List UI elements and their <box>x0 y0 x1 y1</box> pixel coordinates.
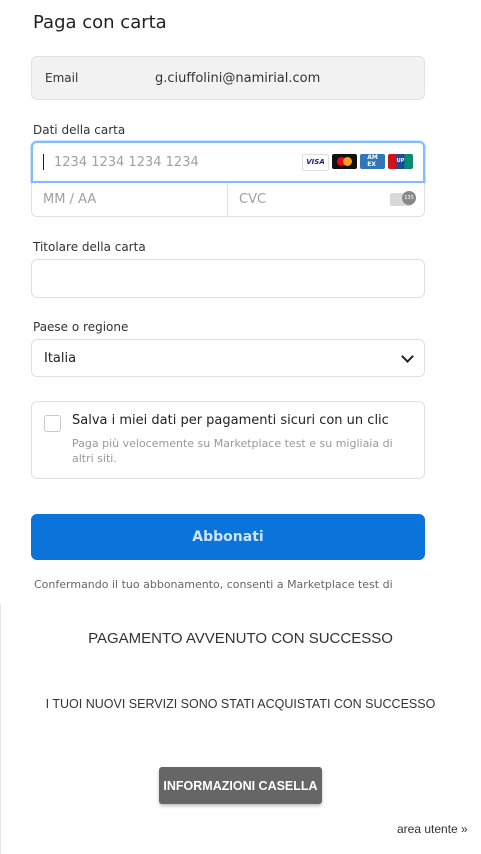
email-label: Email <box>45 71 79 85</box>
success-title: PAGAMENTO AVVENUTO CON SUCCESSO <box>88 630 393 647</box>
save-details-box: Salva i miei dati per pagamenti sicuri c… <box>31 401 425 479</box>
unionpay-icon: UP <box>388 153 413 169</box>
mastercard-icon <box>332 153 357 169</box>
cvc-card-icon <box>390 191 416 206</box>
save-details-subtitle: Paga più velocemente su Marketplace test… <box>72 437 393 465</box>
save-details-title: Salva i miei dati per pagamenti sicuri c… <box>72 413 389 428</box>
card-section-label: Dati della carta <box>33 123 126 137</box>
cvc-placeholder: CVC <box>239 192 267 207</box>
chevron-down-icon <box>401 349 414 363</box>
card-number-input[interactable]: 1234 1234 1234 1234 VISA AM EX UP <box>31 141 425 183</box>
mailbox-info-button[interactable]: INFORMAZIONI CASELLA <box>159 767 322 804</box>
country-select[interactable]: Italia <box>31 339 425 377</box>
card-number-placeholder: 1234 1234 1234 1234 <box>54 154 199 170</box>
holder-name-input[interactable] <box>31 259 425 298</box>
expiry-input[interactable]: MM / AA <box>31 183 228 217</box>
card-brands: VISA AM EX UP <box>302 153 413 171</box>
visa-icon: VISA <box>302 153 329 171</box>
save-details-checkbox[interactable] <box>44 415 61 432</box>
email-row: Email g.ciuffolini@namirial.com <box>31 56 425 100</box>
expiry-placeholder: MM / AA <box>43 192 97 207</box>
country-label: Paese o regione <box>33 320 129 334</box>
success-subtitle: I TUOI NUOVI SERVIZI SONO STATI ACQUISTA… <box>45 697 436 711</box>
confirm-text: Confermando il tuo abbonamento, consenti… <box>34 578 393 591</box>
holder-label: Titolare della carta <box>33 240 146 254</box>
country-value: Italia <box>44 350 77 366</box>
page-title: Paga con carta <box>33 12 167 33</box>
user-area-link[interactable]: area utente » <box>397 822 468 836</box>
text-caret <box>43 154 44 170</box>
amex-icon: AM EX <box>360 153 385 169</box>
subscribe-button[interactable]: Abbonati <box>31 514 425 560</box>
card-details-group: 1234 1234 1234 1234 VISA AM EX UP MM / AA… <box>31 141 425 217</box>
cvc-input[interactable]: CVC <box>228 183 425 217</box>
email-value: g.ciuffolini@namirial.com <box>155 70 321 86</box>
